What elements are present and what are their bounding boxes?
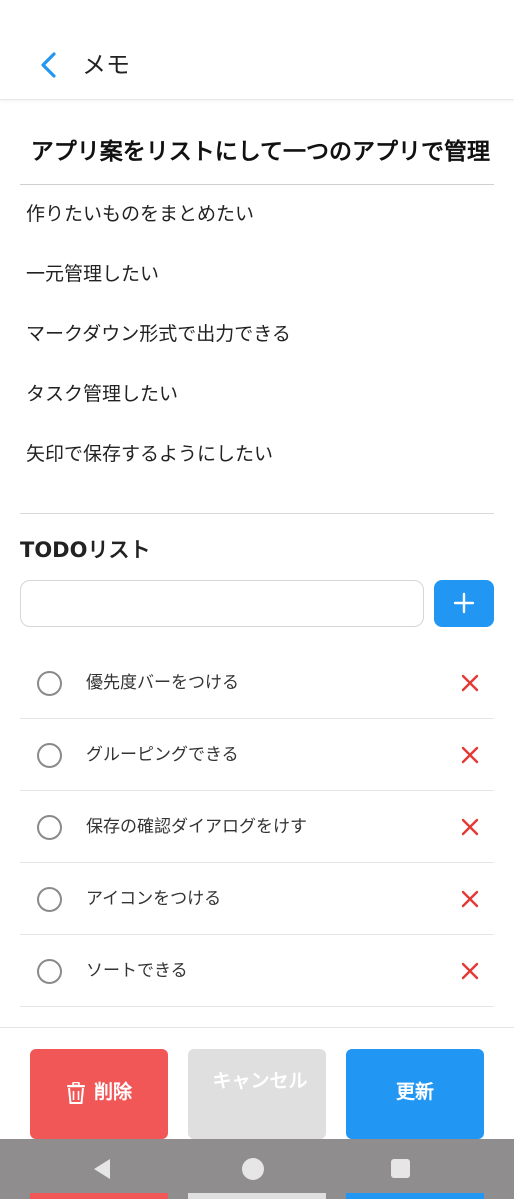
update-button[interactable]: 更新 — [346, 1049, 484, 1139]
close-icon[interactable] — [458, 887, 482, 911]
section-divider — [20, 513, 494, 514]
bottom-divider — [0, 1027, 514, 1028]
update-button-peek — [346, 1193, 484, 1199]
todo-list: 優先度バーをつける グルーピングできる 保存の確認ダイアログをけす アイコンをつ… — [20, 647, 494, 1007]
todo-item: 優先度バーをつける — [20, 647, 494, 719]
todo-checkbox[interactable] — [37, 671, 62, 696]
todo-item: 保存の確認ダイアログをけす — [20, 791, 494, 863]
todo-checkbox[interactable] — [37, 887, 62, 912]
todo-text: 優先度バーをつける — [86, 673, 239, 693]
app-header: メモ — [0, 0, 514, 100]
todo-text: ソートできる — [86, 961, 188, 981]
todo-checkbox[interactable] — [37, 959, 62, 984]
delete-button[interactable]: 削除 — [30, 1049, 168, 1139]
chevron-left-icon[interactable] — [36, 50, 64, 80]
nav-home-circle-icon[interactable] — [242, 1158, 264, 1180]
close-icon[interactable] — [458, 743, 482, 767]
todo-item: アイコンをつける — [20, 863, 494, 935]
memo-body[interactable]: 作りたいものをまとめたい 一元管理したい マークダウン形式で出力できる タスク管… — [26, 196, 486, 496]
add-todo-button[interactable] — [434, 580, 494, 627]
system-nav-bar — [0, 1139, 514, 1199]
todo-item: ソートできる — [20, 935, 494, 1007]
trash-icon — [66, 1081, 86, 1107]
close-icon[interactable] — [458, 671, 482, 695]
todo-text: グルーピングできる — [86, 745, 239, 765]
cancel-button-label: キャンセル — [212, 1071, 308, 1092]
nav-back-triangle-icon[interactable] — [92, 1158, 112, 1184]
todo-text: アイコンをつける — [86, 889, 222, 909]
close-icon[interactable] — [458, 815, 482, 839]
page-title: メモ — [82, 51, 130, 79]
memo-line: マークダウン形式で出力できる — [26, 323, 291, 345]
memo-title: アプリ案をリストにして一つのアプリで管理 — [30, 139, 490, 165]
cancel-button[interactable]: キャンセル — [188, 1049, 326, 1139]
todo-checkbox[interactable] — [37, 743, 62, 768]
delete-button-peek — [30, 1193, 168, 1199]
nav-recent-square-icon[interactable] — [391, 1159, 410, 1178]
memo-line: 矢印で保存するようにしたい — [26, 443, 274, 465]
todo-heading: TODOリスト — [20, 538, 151, 562]
todo-text: 保存の確認ダイアログをけす — [86, 817, 307, 837]
delete-button-label: 削除 — [94, 1082, 133, 1103]
update-button-label: 更新 — [395, 1082, 434, 1103]
memo-line: タスク管理したい — [26, 383, 179, 405]
cancel-button-peek — [188, 1193, 326, 1199]
close-icon[interactable] — [458, 959, 482, 983]
todo-input[interactable] — [20, 580, 424, 627]
memo-line: 一元管理したい — [26, 263, 160, 285]
memo-line: 作りたいものをまとめたい — [26, 203, 255, 225]
memo-title-field[interactable]: アプリ案をリストにして一つのアプリで管理 — [20, 128, 494, 185]
todo-checkbox[interactable] — [37, 815, 62, 840]
todo-item: グルーピングできる — [20, 719, 494, 791]
